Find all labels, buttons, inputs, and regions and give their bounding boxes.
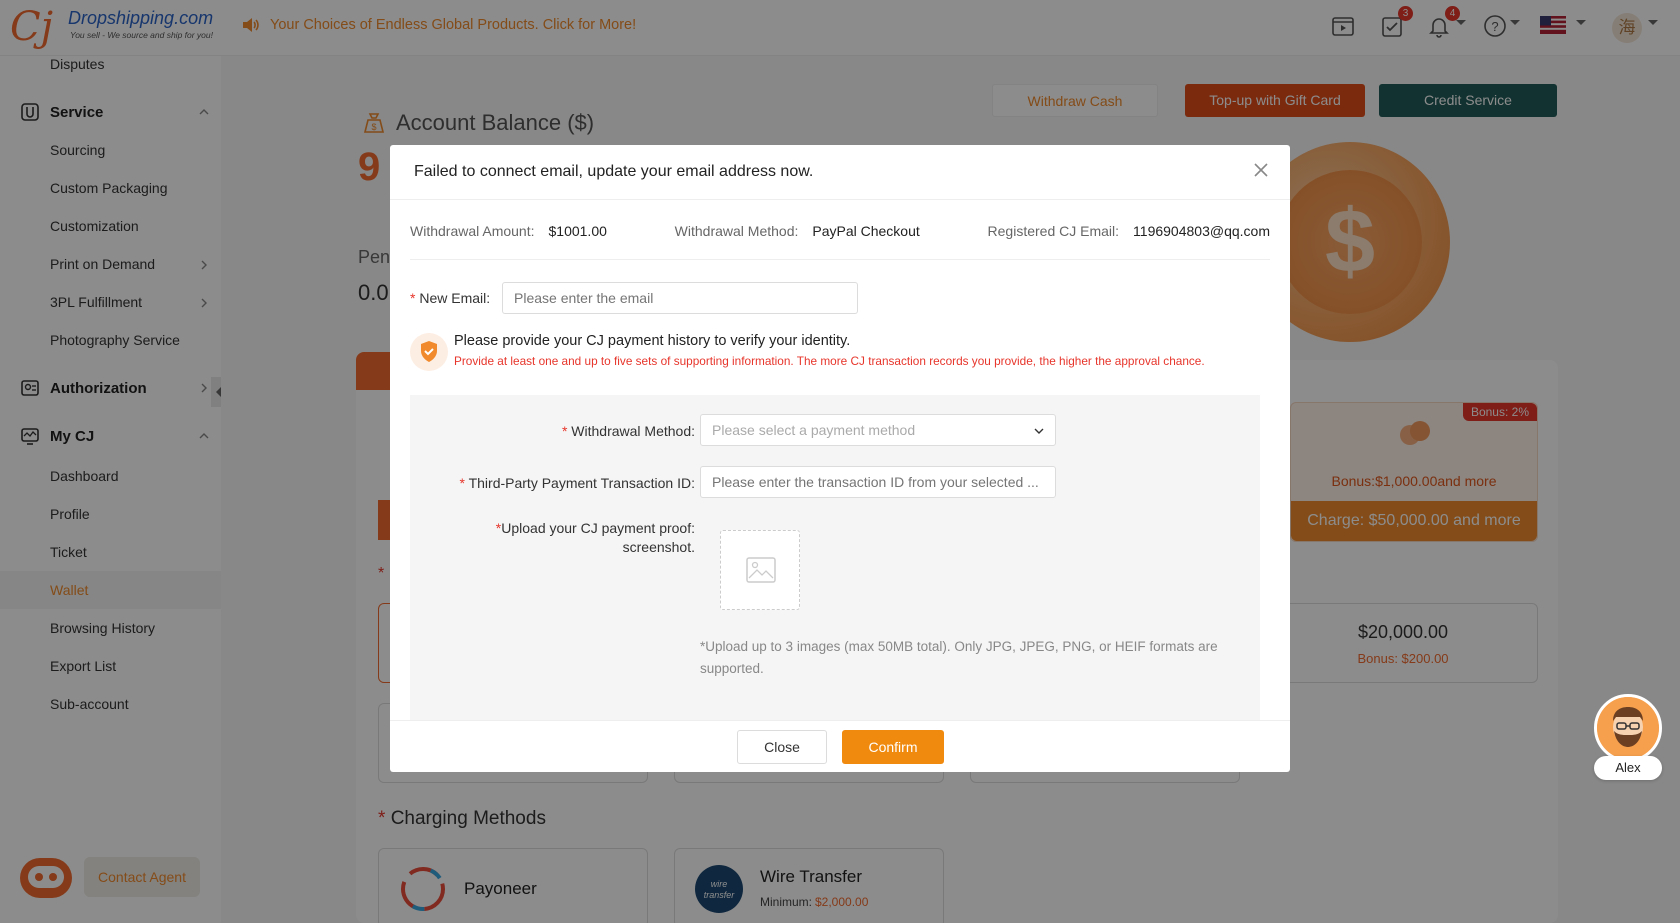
required-asterisk: *: [561, 423, 572, 439]
new-email-label-text: New Email: [419, 290, 487, 306]
txn-label-text: Third-Party Payment Transaction ID: [468, 475, 692, 491]
transaction-id-field-label: * Third-Party Payment Transaction ID:: [410, 475, 695, 491]
upload-label-line2: screenshot.: [622, 539, 695, 555]
close-icon[interactable]: [1252, 161, 1270, 179]
required-asterisk: *: [410, 290, 420, 306]
verification-sub-text: Provide at least one and up to five sets…: [454, 354, 1205, 368]
update-email-modal: Failed to connect email, update your ema…: [390, 145, 1290, 772]
withdrawal-amount-label: Withdrawal Amount:: [410, 223, 535, 239]
divider: [390, 720, 1290, 721]
label-colon: :: [486, 290, 491, 306]
new-email-label: * New Email:: [410, 290, 490, 306]
image-placeholder-icon: [746, 557, 776, 583]
upload-field-label: *Upload your CJ payment proof: screensho…: [410, 519, 695, 557]
withdrawal-method: Withdrawal Method: PayPal Checkout: [675, 223, 920, 239]
confirm-button[interactable]: Confirm: [842, 730, 944, 764]
agent-name: Alex: [1594, 756, 1662, 780]
chevron-down-icon: [1034, 428, 1044, 434]
payment-method-select[interactable]: Please select a payment method: [700, 414, 1056, 446]
label-colon: :: [691, 475, 695, 491]
withdrawal-amount-value: $1001.00: [548, 223, 607, 239]
upload-hint: *Upload up to 3 images (max 50MB total).…: [700, 639, 1218, 676]
agent-avatar: [1594, 694, 1662, 762]
screenshot-upload[interactable]: [720, 530, 800, 610]
select-placeholder: Please select a payment method: [712, 422, 916, 438]
withdrawal-method-field-label: * Withdrawal Method:: [410, 423, 695, 439]
transaction-id-input[interactable]: [700, 466, 1056, 498]
payment-proof-section: * Withdrawal Method: Please select a pay…: [410, 395, 1260, 720]
verification-main-text: Please provide your CJ payment history t…: [454, 333, 851, 349]
withdrawal-method-value: PayPal Checkout: [812, 223, 920, 239]
upload-label-line1: Upload your CJ payment proof: [501, 520, 692, 536]
divider: [410, 259, 1270, 260]
new-email-input[interactable]: [502, 282, 858, 314]
label-colon: :: [691, 520, 695, 536]
support-agent-widget[interactable]: Alex: [1594, 694, 1662, 782]
withdrawal-method-label: Withdrawal Method:: [674, 223, 799, 239]
agent-face-icon: [1597, 697, 1659, 759]
shield-check-icon: [410, 333, 448, 371]
close-button[interactable]: Close: [737, 730, 827, 764]
method-label-text: Withdrawal Method: [571, 423, 692, 439]
registered-email-value: 1196904803@qq.com: [1133, 223, 1270, 239]
registered-email-label: Registered CJ Email:: [987, 223, 1120, 239]
divider: [390, 199, 1290, 200]
registered-email: Registered CJ Email: 1196904803@qq.com: [988, 223, 1270, 239]
withdrawal-amount: Withdrawal Amount: $1001.00: [410, 223, 607, 239]
label-colon: :: [691, 423, 695, 439]
required-asterisk: *: [459, 475, 469, 491]
modal-title: Failed to connect email, update your ema…: [414, 163, 814, 180]
withdrawal-info-row: Withdrawal Amount: $1001.00 Withdrawal Me…: [410, 223, 1270, 239]
